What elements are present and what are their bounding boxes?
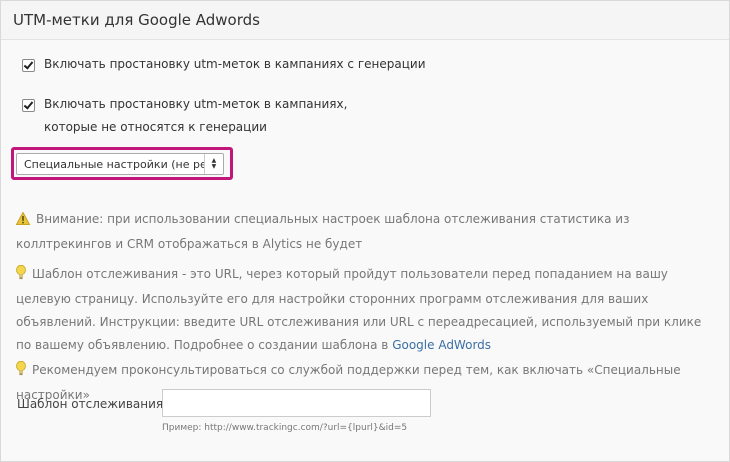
tracking-template-label: Шаблон отслеживания	[17, 397, 164, 411]
lightbulb-icon	[16, 360, 26, 384]
lightbulb-icon	[16, 264, 26, 288]
warning-text: Внимание: при использовании специальных …	[16, 212, 630, 251]
google-adwords-link[interactable]: Google AdWords	[392, 338, 491, 352]
settings-mode-select[interactable]: Специальные настройки (не рек... ▲ ▼	[16, 153, 224, 175]
utm-generation-checkbox[interactable]	[22, 59, 35, 72]
tracking-template-input[interactable]	[162, 389, 431, 417]
template-info-note: Шаблон отслеживания - это URL, через кот…	[16, 263, 716, 357]
tracking-template-hint: Пример: http://www.trackingc.com/?url={l…	[162, 423, 408, 433]
panel-header: UTM-метки для Google Adwords	[1, 1, 729, 40]
utm-non-generation-checkbox[interactable]	[22, 99, 35, 112]
utm-non-generation-option[interactable]: Включать простановку utm-меток в кампани…	[22, 93, 382, 139]
warning-triangle-icon	[15, 210, 31, 233]
select-arrows-icon: ▲ ▼	[203, 154, 223, 174]
utm-generation-option[interactable]: Включать простановку utm-меток в кампани…	[22, 53, 426, 76]
template-info-text: Шаблон отслеживания - это URL, через кот…	[16, 267, 702, 352]
utm-non-generation-label: Включать простановку utm-меток в кампани…	[44, 97, 348, 134]
panel-title: UTM-метки для Google Adwords	[13, 11, 260, 29]
utm-generation-label: Включать простановку utm-меток в кампани…	[44, 57, 426, 71]
warning-note: Внимание: при использовании специальных …	[15, 208, 716, 256]
settings-mode-value: Специальные настройки (не рек...	[24, 157, 204, 171]
